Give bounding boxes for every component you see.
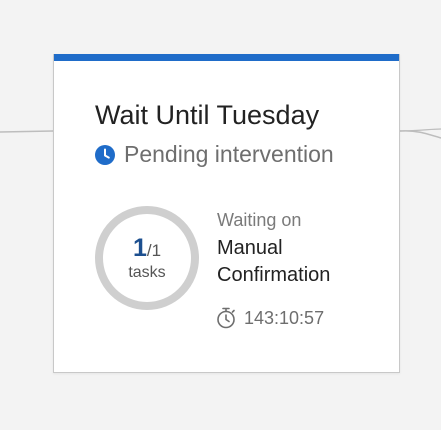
- task-progress-ring: 1/1 tasks: [93, 204, 201, 312]
- stage-status: Pending intervention: [95, 141, 334, 168]
- elapsed-time: 143:10:57: [244, 307, 325, 328]
- tasks-label: tasks: [128, 264, 166, 281]
- stage-card[interactable]: Wait Until Tuesday Pending intervention …: [53, 54, 400, 373]
- stage-title: Wait Until Tuesday: [95, 100, 320, 130]
- clock-icon: [95, 144, 115, 165]
- task-count: 1/1 tasks: [93, 204, 201, 312]
- total-task-count: 1: [151, 241, 162, 260]
- completed-task-count: 1: [132, 234, 147, 262]
- stopwatch-icon: [216, 307, 236, 329]
- waiting-target[interactable]: Manual Confirmation: [217, 235, 367, 289]
- elapsed-timer: 143:10:57: [216, 307, 324, 329]
- waiting-info: Waiting on Manual Confirmation: [217, 209, 367, 289]
- waiting-label: Waiting on: [217, 210, 302, 230]
- stage-status-accent-bar: [54, 54, 399, 61]
- status-text: Pending intervention: [124, 141, 334, 167]
